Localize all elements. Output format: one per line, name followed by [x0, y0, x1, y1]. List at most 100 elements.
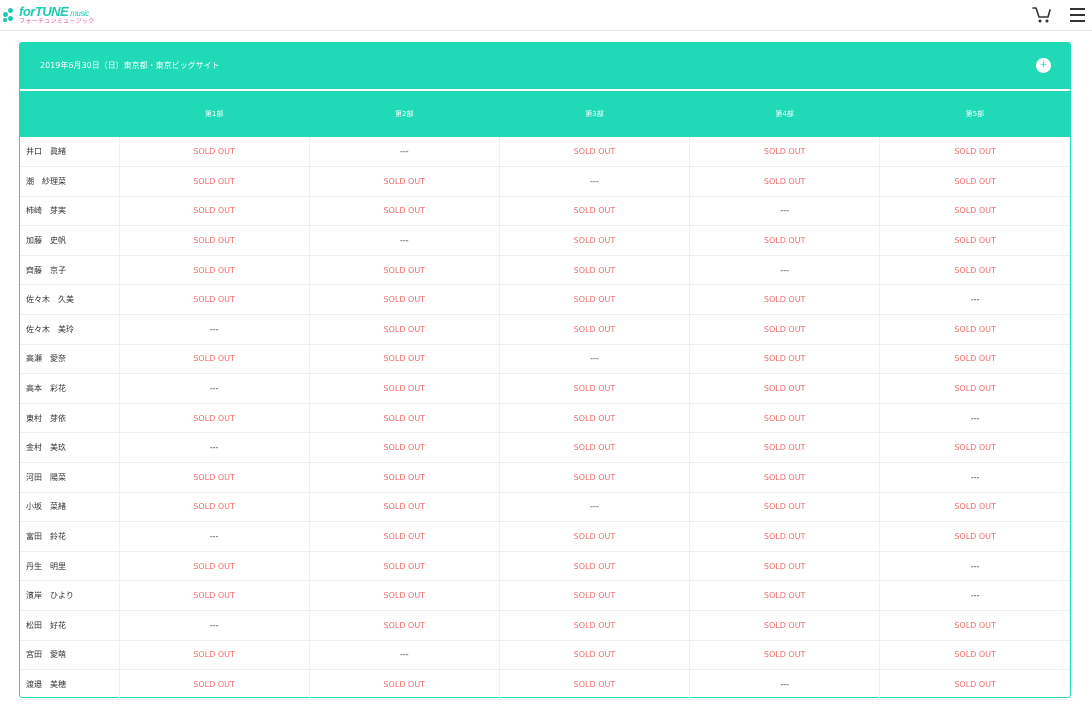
plus-circle-icon[interactable]: + [1036, 58, 1051, 73]
logo-music-text: music [70, 9, 89, 18]
unavailable-status: --- [498, 344, 690, 374]
sold-out-status: SOLD OUT [118, 669, 310, 700]
hamburger-menu-icon[interactable] [1070, 6, 1086, 24]
sold-out-status: SOLD OUT [118, 551, 310, 581]
sold-out-status: SOLD OUT [498, 610, 690, 641]
sold-out-status: SOLD OUT [689, 344, 880, 374]
table-row: 高本 彩花 --- SOLD OUT SOLD OUT SOLD OUT SOLD OUT [20, 373, 1070, 404]
sold-out-status: SOLD OUT [879, 640, 1070, 670]
table-row: 松田 好花 --- SOLD OUT SOLD OUT SOLD OUT SOLD OUT [20, 610, 1070, 641]
sold-out-status: SOLD OUT [308, 166, 500, 197]
unavailable-status: --- [879, 462, 1070, 493]
sold-out-status: SOLD OUT [308, 255, 500, 285]
table-row: 小坂 菜緒 SOLD OUT SOLD OUT --- SOLD OUT SOLD OUT [20, 492, 1070, 522]
sold-out-status: SOLD OUT [689, 551, 880, 581]
unavailable-status: --- [689, 669, 880, 700]
site-header: forTUNE music フォーチュンミュージック [0, 0, 1092, 31]
sold-out-status: SOLD OUT [308, 432, 500, 463]
sold-out-status: SOLD OUT [118, 225, 310, 256]
sold-out-status: SOLD OUT [308, 551, 500, 581]
member-name: 高瀬 愛奈 [26, 354, 66, 364]
member-name: 加藤 史帆 [26, 236, 66, 246]
sold-out-status: SOLD OUT [118, 137, 310, 167]
sold-out-status: SOLD OUT [308, 580, 500, 611]
member-name: 潮 紗理菜 [26, 176, 66, 186]
sold-out-status: SOLD OUT [689, 610, 880, 641]
unavailable-status: --- [689, 255, 880, 285]
logo-wordmark-text: forTUNE [19, 4, 69, 19]
sold-out-status: SOLD OUT [879, 344, 1070, 374]
unavailable-status: --- [308, 225, 500, 256]
unavailable-status: --- [879, 403, 1070, 433]
sold-out-status: SOLD OUT [498, 255, 690, 285]
sold-out-status: SOLD OUT [498, 640, 690, 670]
member-name: 齊藤 京子 [26, 265, 66, 275]
unavailable-status: --- [118, 314, 310, 345]
sold-out-status: SOLD OUT [689, 166, 880, 197]
sold-out-status: SOLD OUT [308, 196, 500, 226]
table-body: 井口 眞緒 SOLD OUT --- SOLD OUT SOLD OUT SOLD OUT… [20, 137, 1070, 700]
sold-out-status: SOLD OUT [689, 521, 880, 552]
sold-out-status: SOLD OUT [689, 137, 880, 167]
member-name: 柿崎 芽実 [26, 206, 66, 216]
sold-out-status: SOLD OUT [879, 225, 1070, 256]
member-name: 金村 美玖 [26, 443, 66, 453]
member-name: 松田 好花 [26, 620, 66, 630]
cart-icon[interactable] [1032, 6, 1052, 24]
sold-out-status: SOLD OUT [498, 284, 690, 315]
table-row: 高瀬 愛奈 SOLD OUT SOLD OUT --- SOLD OUT SOLD OUT [20, 344, 1070, 374]
member-name: 佐々木 美玲 [26, 324, 74, 334]
sold-out-status: SOLD OUT [689, 492, 880, 522]
member-name: 高本 彩花 [26, 384, 66, 394]
sold-out-status: SOLD OUT [308, 492, 500, 522]
sold-out-status: SOLD OUT [879, 314, 1070, 345]
sold-out-status: SOLD OUT [689, 580, 880, 611]
sold-out-status: SOLD OUT [118, 462, 310, 493]
event-header[interactable]: 2019年6月30日（日）東京都・東京ビッグサイト + [20, 43, 1070, 91]
table-row: 富田 鈴花 --- SOLD OUT SOLD OUT SOLD OUT SOLD OUT [20, 521, 1070, 552]
header-member [20, 91, 119, 137]
unavailable-status: --- [879, 284, 1070, 315]
ticket-availability-table: 第1部 第2部 第3部 第4部 第5部 井口 眞緒 SOLD OUT --- SOLD… [20, 91, 1070, 700]
sold-out-status: SOLD OUT [689, 640, 880, 670]
table-row: 柿崎 芽実 SOLD OUT SOLD OUT SOLD OUT --- SOLD OUT [20, 196, 1070, 226]
member-name: 富田 鈴花 [26, 532, 66, 542]
table-row: 河田 陽菜 SOLD OUT SOLD OUT SOLD OUT SOLD OUT --- [20, 462, 1070, 493]
member-name: 井口 眞緒 [26, 147, 66, 157]
sold-out-status: SOLD OUT [498, 403, 690, 433]
sold-out-status: SOLD OUT [308, 669, 500, 700]
logo-wordmark: forTUNE music [19, 5, 94, 18]
sold-out-status: SOLD OUT [498, 521, 690, 552]
sold-out-status: SOLD OUT [498, 669, 690, 700]
sold-out-status: SOLD OUT [308, 284, 500, 315]
table-row: 井口 眞緒 SOLD OUT --- SOLD OUT SOLD OUT SOLD OUT [20, 137, 1070, 167]
member-name: 佐々木 久美 [26, 295, 74, 305]
sold-out-status: SOLD OUT [689, 462, 880, 493]
sold-out-status: SOLD OUT [879, 669, 1070, 700]
sold-out-status: SOLD OUT [308, 403, 500, 433]
sold-out-status: SOLD OUT [879, 373, 1070, 404]
sold-out-status: SOLD OUT [498, 580, 690, 611]
sold-out-status: SOLD OUT [498, 225, 690, 256]
member-name: 渡邉 美穂 [26, 679, 66, 689]
logo-subtitle: フォーチュンミュージック [19, 18, 95, 25]
sold-out-status: SOLD OUT [118, 255, 310, 285]
unavailable-status: --- [308, 137, 500, 167]
sold-out-status: SOLD OUT [879, 255, 1070, 285]
table-row: 丹生 明里 SOLD OUT SOLD OUT SOLD OUT SOLD OUT --- [20, 551, 1070, 581]
event-panel: 2019年6月30日（日）東京都・東京ビッグサイト + 第1部 第2部 第3部 … [19, 42, 1071, 700]
sold-out-status: SOLD OUT [498, 137, 690, 167]
sold-out-status: SOLD OUT [879, 521, 1070, 552]
table-header-row: 第1部 第2部 第3部 第4部 第5部 [20, 91, 1070, 137]
header-part-5: 第5部 [965, 110, 985, 118]
fortune-music-logo[interactable]: forTUNE music フォーチュンミュージック [3, 4, 94, 26]
sold-out-status: SOLD OUT [118, 196, 310, 226]
header-part-4: 第4部 [775, 110, 794, 118]
sold-out-status: SOLD OUT [308, 344, 500, 374]
table-row: 渡邉 美穂 SOLD OUT SOLD OUT SOLD OUT --- SOLD OUT [20, 669, 1070, 700]
sold-out-status: SOLD OUT [879, 196, 1070, 226]
sold-out-status: SOLD OUT [879, 492, 1070, 522]
sold-out-status: SOLD OUT [498, 196, 690, 226]
sold-out-status: SOLD OUT [118, 403, 310, 433]
unavailable-status: --- [118, 521, 310, 552]
